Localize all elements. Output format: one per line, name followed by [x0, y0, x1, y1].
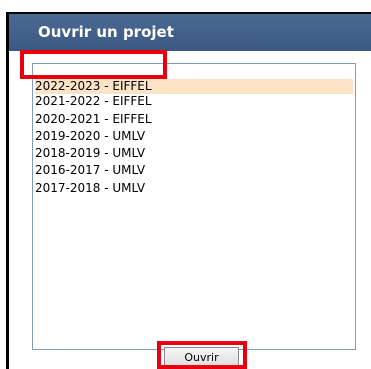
dialog-title: Ouvrir un projet [9, 14, 371, 51]
dialog-content: 2022-2023 - EIFFEL 2021-2022 - EIFFEL 20… [9, 51, 371, 369]
project-list-item[interactable]: 2020-2021 - EIFFEL [35, 112, 353, 127]
open-project-dialog: Ouvrir un projet 2022-2023 - EIFFEL 2021… [9, 14, 371, 369]
project-list-item[interactable]: 2017-2018 - UMLV [35, 181, 353, 196]
project-list-item[interactable]: 2016-2017 - UMLV [35, 163, 353, 178]
project-list-item[interactable]: 2019-2020 - UMLV [35, 129, 353, 144]
project-list-item[interactable]: 2021-2022 - EIFFEL [35, 94, 353, 109]
open-button[interactable]: Ouvrir [164, 347, 239, 369]
project-list-item[interactable]: 2018-2019 - UMLV [35, 146, 353, 161]
project-list-item[interactable]: 2022-2023 - EIFFEL [35, 79, 353, 94]
project-listbox[interactable]: 2022-2023 - EIFFEL 2021-2022 - EIFFEL 20… [32, 63, 356, 350]
